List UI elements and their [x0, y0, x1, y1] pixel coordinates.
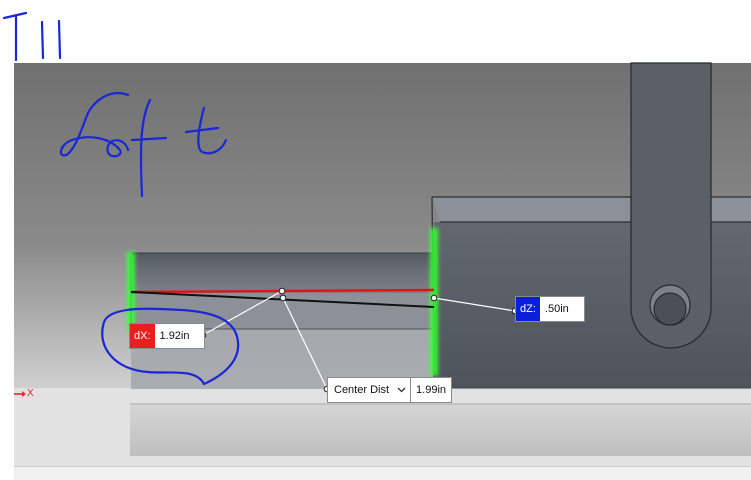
center-dist-callout[interactable]: Center Dist 1.99in: [327, 377, 453, 403]
axis-indicator: X: [14, 388, 34, 399]
center-dist-value: 1.99in: [411, 378, 452, 402]
dz-tag: dZ:: [516, 297, 540, 321]
chevron-down-icon[interactable]: [397, 387, 406, 393]
dx-callout[interactable]: dX: 1.92in: [129, 323, 205, 349]
dz-value: .50in: [539, 297, 574, 321]
center-dist-label: Center Dist: [334, 384, 390, 396]
floor-block: [130, 404, 751, 456]
dx-value: 1.92in: [154, 324, 195, 348]
pocket-top-face: [131, 253, 434, 293]
status-bar: [14, 466, 751, 480]
dx-tag: dX:: [130, 324, 155, 348]
dz-callout[interactable]: dZ: .50in: [515, 296, 585, 322]
ink-t11: [2, 11, 62, 62]
cad-viewport[interactable]: [0, 0, 751, 479]
link-pin: [653, 292, 687, 326]
axis-label: X: [27, 388, 34, 399]
axis-arrow-icon: [14, 390, 26, 397]
center-dist-dropdown[interactable]: Center Dist: [328, 378, 412, 402]
